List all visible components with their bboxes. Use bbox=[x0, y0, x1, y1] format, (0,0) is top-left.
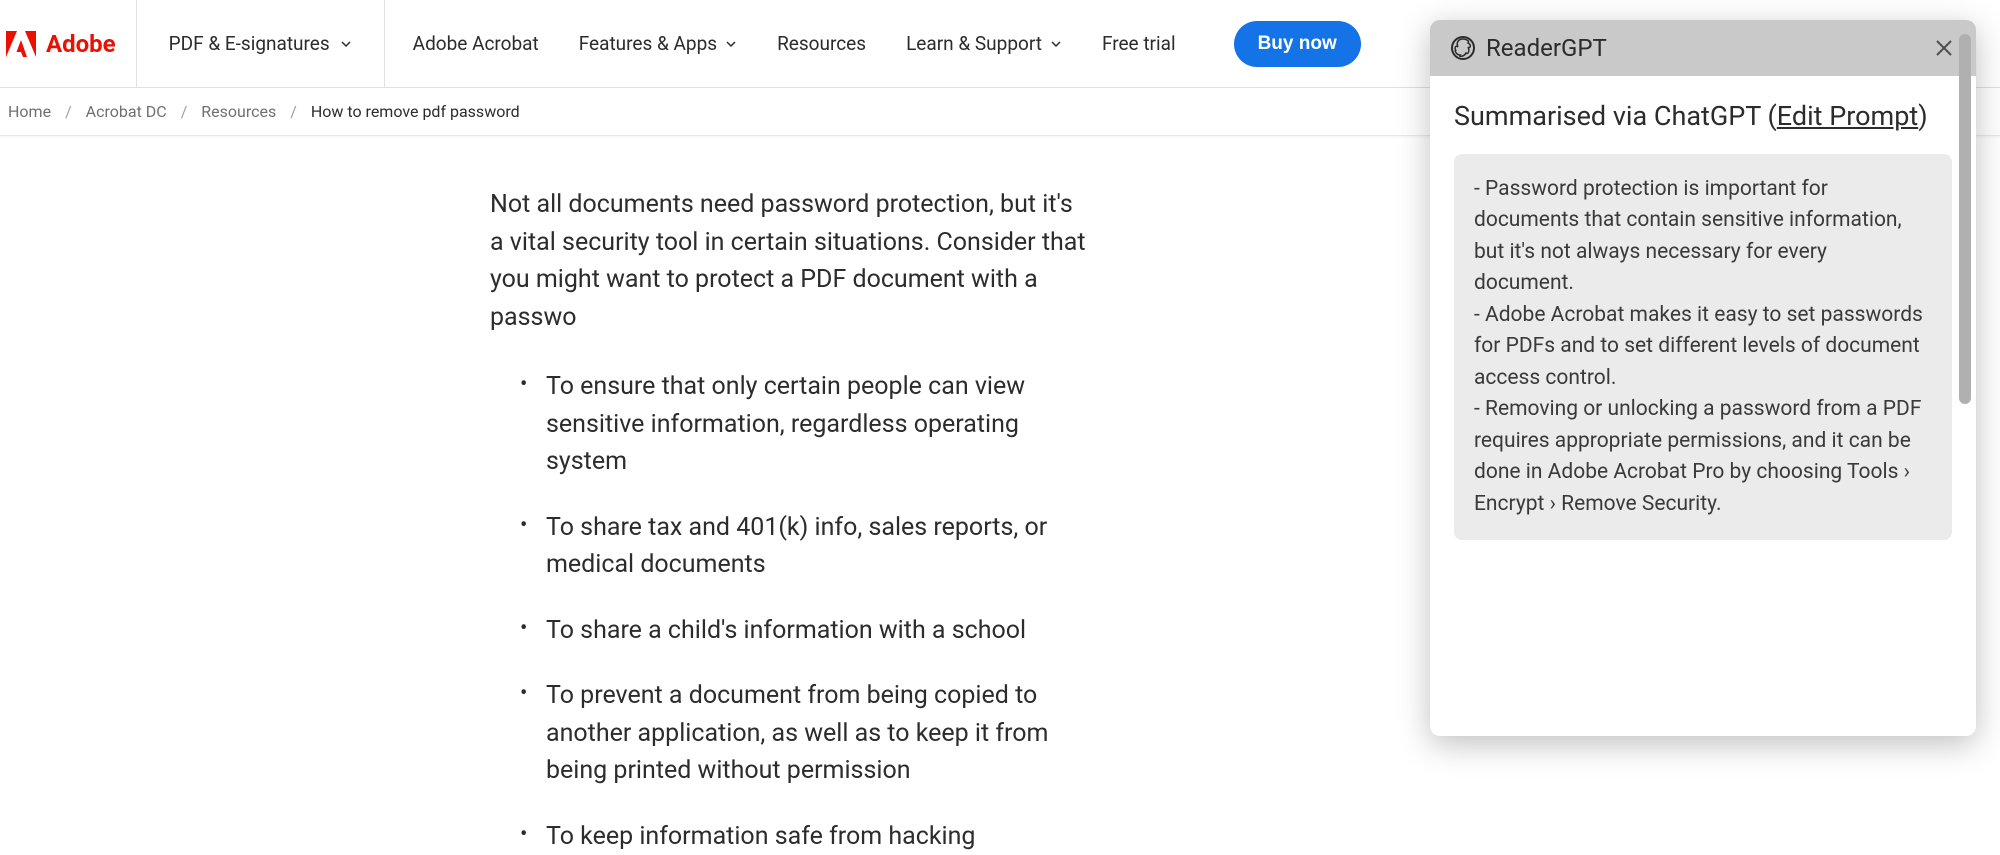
bullet-list: To ensure that only certain people can v… bbox=[490, 368, 1090, 855]
panel-title: ReaderGPT bbox=[1486, 34, 1607, 62]
nav-item-resources[interactable]: Resources bbox=[777, 32, 866, 55]
panel-subtitle: Summarised via ChatGPT (Edit Prompt) bbox=[1454, 98, 1952, 136]
nav-item-learn[interactable]: Learn & Support bbox=[906, 32, 1062, 55]
summary-text: - Password protection is important for d… bbox=[1474, 174, 1932, 521]
scrollbar-thumb[interactable] bbox=[1959, 34, 1971, 404]
breadcrumb-home[interactable]: Home bbox=[8, 102, 51, 121]
chevron-down-icon bbox=[1050, 38, 1062, 50]
list-item: To prevent a document from being copied … bbox=[510, 677, 1090, 790]
panel-body: Summarised via ChatGPT (Edit Prompt) - P… bbox=[1430, 76, 1976, 736]
nav-item-features[interactable]: Features & Apps bbox=[579, 32, 737, 55]
nav-item-acrobat[interactable]: Adobe Acrobat bbox=[413, 32, 539, 55]
breadcrumb-separator: / bbox=[290, 102, 297, 121]
chevron-down-icon bbox=[340, 38, 352, 50]
readergpt-panel: ReaderGPT Summarised via ChatGPT (Edit P… bbox=[1430, 20, 1976, 736]
breadcrumb-separator: / bbox=[181, 102, 188, 121]
readergpt-logo-icon bbox=[1450, 35, 1476, 61]
list-item: To share a child's information with a sc… bbox=[510, 612, 1090, 650]
intro-paragraph: Not all documents need password protecti… bbox=[490, 186, 1090, 336]
article-content: Not all documents need password protecti… bbox=[0, 136, 1090, 855]
nav-item-label: Resources bbox=[777, 32, 866, 55]
nav-item-label: Learn & Support bbox=[906, 32, 1042, 55]
subtitle-prefix: Summarised via ChatGPT ( bbox=[1454, 100, 1777, 132]
edit-prompt-link[interactable]: Edit Prompt bbox=[1777, 100, 1918, 132]
nav-item-label: Adobe Acrobat bbox=[413, 32, 539, 55]
breadcrumb-separator: / bbox=[65, 102, 72, 121]
close-button[interactable] bbox=[1932, 36, 1956, 60]
list-item: To ensure that only certain people can v… bbox=[510, 368, 1090, 481]
list-item: To share tax and 401(k) info, sales repo… bbox=[510, 509, 1090, 584]
panel-header-left: ReaderGPT bbox=[1450, 34, 1607, 62]
nav-item-label: Features & Apps bbox=[579, 32, 717, 55]
summary-box: - Password protection is important for d… bbox=[1454, 154, 1952, 541]
adobe-logo-icon bbox=[6, 31, 36, 57]
chevron-down-icon bbox=[725, 38, 737, 50]
product-dropdown[interactable]: PDF & E-signatures bbox=[137, 0, 385, 87]
breadcrumb-acrobat-dc[interactable]: Acrobat DC bbox=[86, 102, 167, 121]
list-item: To keep information safe from hacking bbox=[510, 818, 1090, 855]
adobe-brand-text: Adobe bbox=[46, 30, 116, 58]
product-dropdown-label: PDF & E-signatures bbox=[169, 32, 330, 55]
close-icon bbox=[1934, 38, 1954, 58]
buy-now-button[interactable]: Buy now bbox=[1234, 21, 1361, 67]
subtitle-suffix: ) bbox=[1918, 100, 1927, 132]
breadcrumb-current: How to remove pdf password bbox=[311, 102, 520, 121]
breadcrumb-resources[interactable]: Resources bbox=[201, 102, 276, 121]
nav-items: Adobe Acrobat Features & Apps Resources … bbox=[385, 0, 1389, 87]
logo-section[interactable]: Adobe bbox=[0, 0, 137, 87]
panel-header: ReaderGPT bbox=[1430, 20, 1976, 76]
nav-item-free-trial[interactable]: Free trial bbox=[1102, 32, 1176, 55]
nav-item-label: Free trial bbox=[1102, 32, 1176, 55]
